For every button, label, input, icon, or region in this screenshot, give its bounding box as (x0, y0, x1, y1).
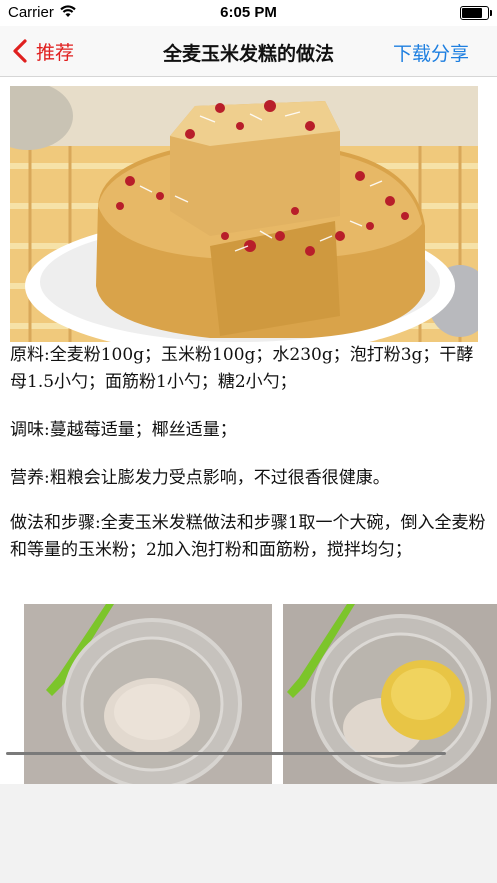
ingredients-text: 原料:全麦粉100g；玉米粉100g；水230g；泡打粉3g；干酵母1.5小勺；… (10, 345, 474, 392)
horizontal-scrollbar[interactable] (6, 752, 446, 755)
download-share-button[interactable]: 下载分享 (393, 39, 469, 66)
cake-photo (10, 86, 478, 342)
article-content[interactable]: 原料:全麦粉100g；玉米粉100g；水230g；泡打粉3g；干酵母1.5小勺；… (0, 77, 497, 784)
step-photo-2 (283, 604, 497, 784)
battery-icon (460, 6, 492, 20)
navigation-bar: 推荐 全麦玉米发糕的做法 下载分享 (0, 26, 497, 77)
status-time: 6:05 PM (220, 4, 277, 21)
seasoning-text: 调味:蔓越莓适量；椰丝适量； (10, 420, 237, 440)
method-text: 做法和步骤:全麦玉米发糕做法和步骤1取一个大碗，倒入全麦粉和等量的玉米粉；2加入… (10, 513, 486, 560)
step-photo-1 (24, 604, 272, 784)
status-bar: Carrier 6:05 PM (0, 0, 497, 26)
nutrition-text: 营养:粗粮会让膨发力受点影响，不过很香很健康。 (10, 468, 390, 488)
